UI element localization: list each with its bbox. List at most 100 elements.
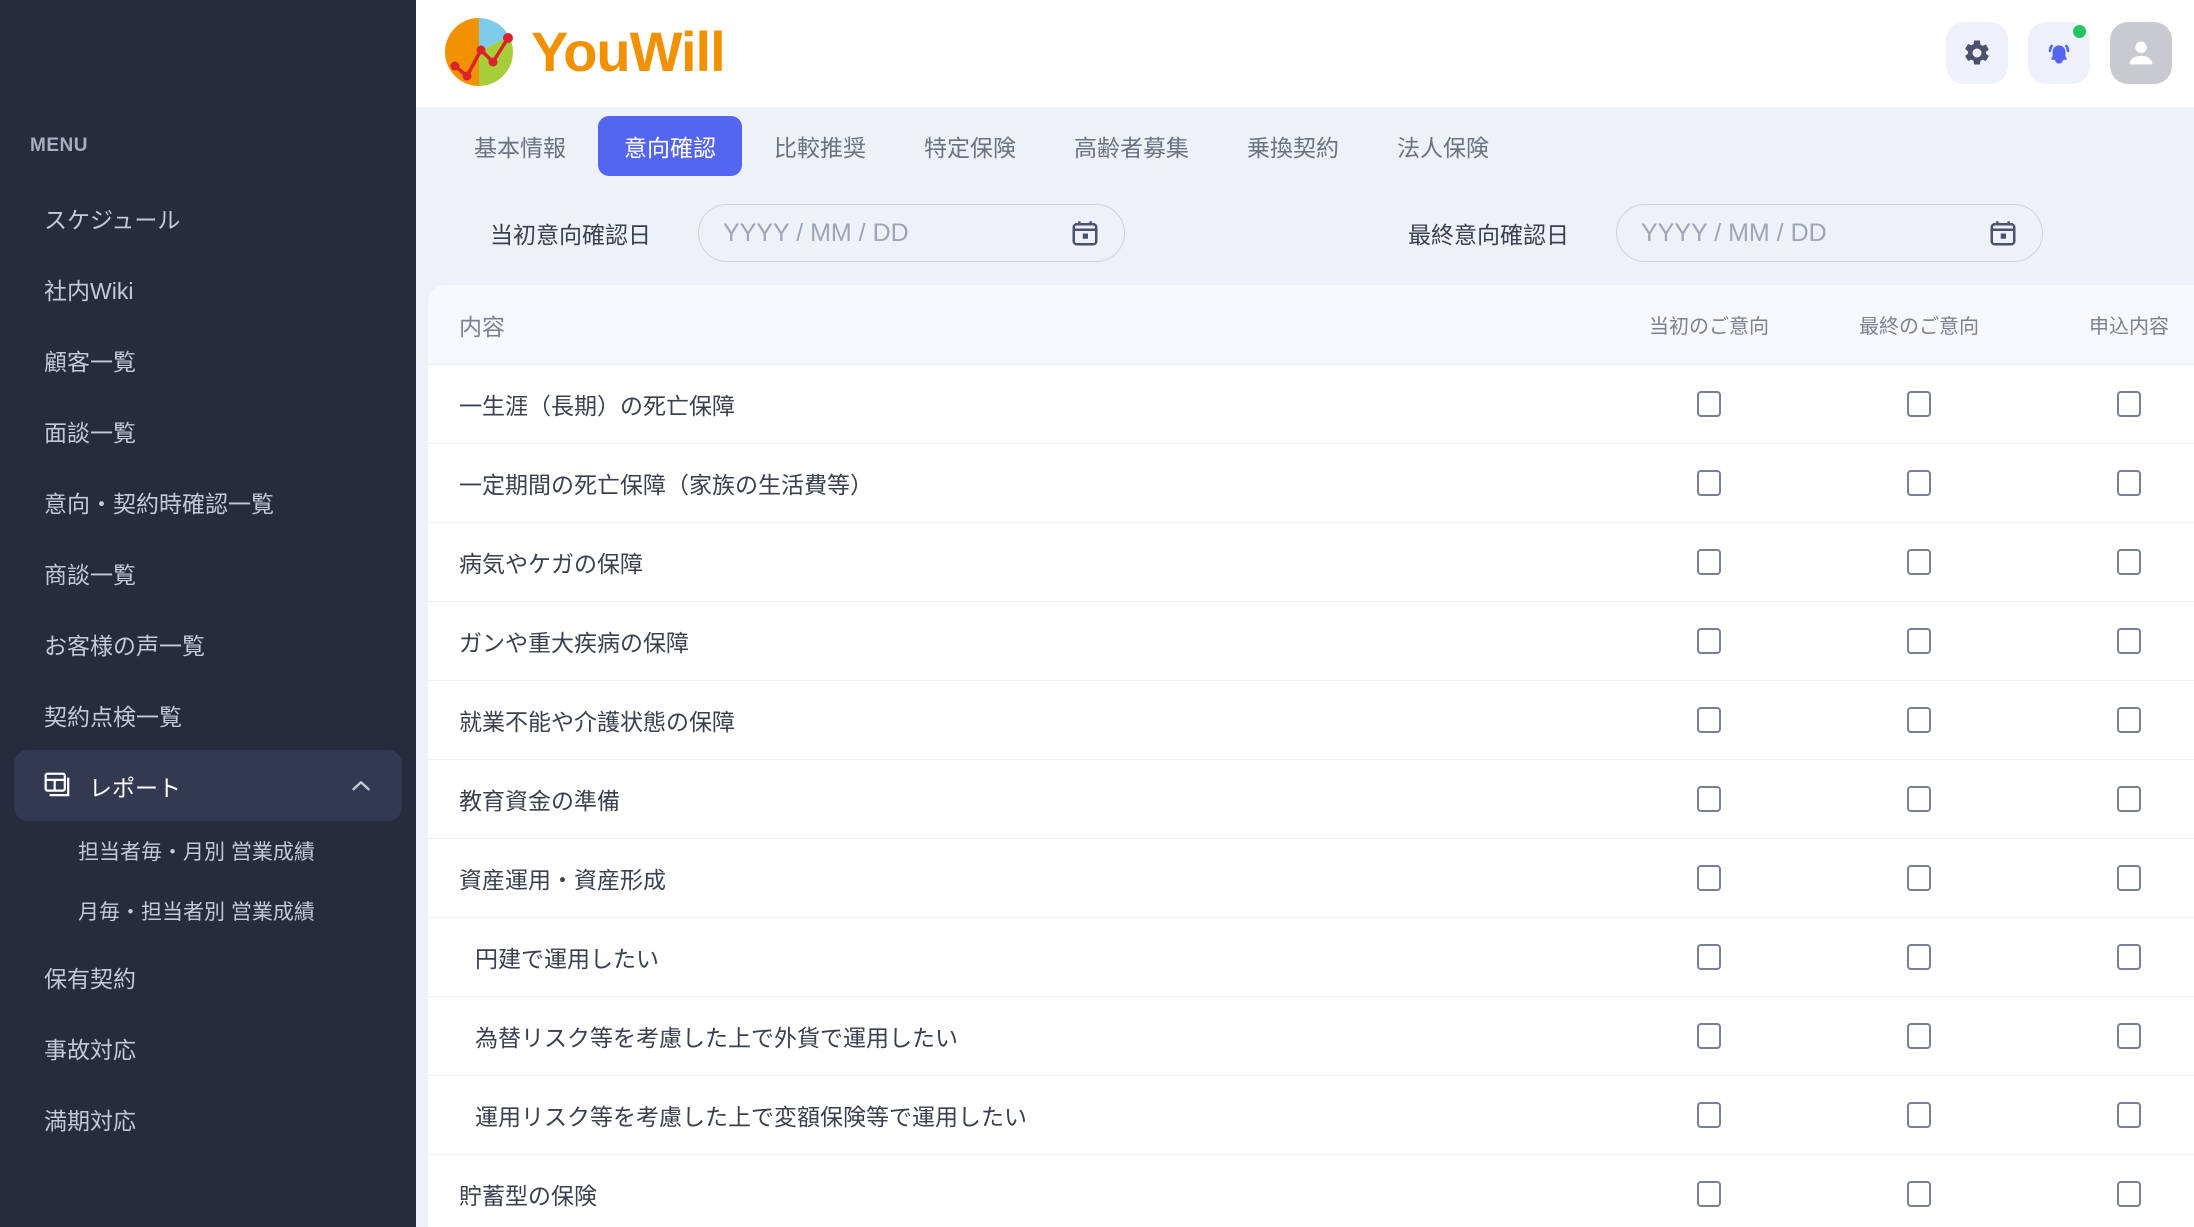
row-content-label: 運用リスク等を考慮した上で変額保険等で運用したい bbox=[475, 1104, 1027, 1130]
chevron-up-icon[interactable] bbox=[348, 773, 374, 799]
checkbox-initial-intent[interactable] bbox=[1697, 944, 1721, 970]
app-logo[interactable]: YouWill bbox=[441, 14, 726, 90]
checkbox-initial-intent[interactable] bbox=[1697, 391, 1721, 417]
sidebar-item-label: 社内Wiki bbox=[44, 277, 134, 304]
checkbox-final-intent[interactable] bbox=[1907, 1102, 1931, 1128]
checkbox-final-intent-cell bbox=[1814, 944, 2024, 970]
checkbox-application[interactable] bbox=[2117, 944, 2141, 970]
tab-corporate-insurance[interactable]: 法人保険 bbox=[1371, 116, 1515, 176]
tab-intent-confirmation[interactable]: 意向確認 bbox=[598, 116, 742, 176]
tab-switch-contract[interactable]: 乗換契約 bbox=[1221, 116, 1365, 176]
checkbox-application[interactable] bbox=[2117, 1102, 2141, 1128]
checkbox-application[interactable] bbox=[2117, 1181, 2141, 1207]
sidebar-item-intent-contract-check[interactable]: 意向・契約時確認一覧 bbox=[0, 466, 416, 537]
final-intent-date-group: 最終意向確認日 bbox=[1408, 204, 2043, 262]
checkbox-initial-intent[interactable] bbox=[1697, 786, 1721, 812]
sidebar-item-customer-voices[interactable]: お客様の声一覧 bbox=[0, 608, 416, 679]
checkbox-final-intent[interactable] bbox=[1907, 865, 1931, 891]
sidebar-subitem-sales-by-rep-month[interactable]: 担当者毎・月別 営業成績 bbox=[0, 821, 416, 881]
checkbox-application-cell bbox=[2024, 391, 2194, 417]
bell-icon[interactable] bbox=[2028, 22, 2090, 84]
checkbox-final-intent[interactable] bbox=[1907, 470, 1931, 496]
checkbox-final-intent-cell bbox=[1814, 391, 2024, 417]
checkbox-initial-intent-cell bbox=[1604, 628, 1814, 654]
table-row: 就業不能や介護状態の保障 bbox=[428, 681, 2194, 760]
initial-intent-date-field[interactable] bbox=[698, 204, 1125, 262]
checkbox-initial-intent[interactable] bbox=[1697, 1102, 1721, 1128]
checkbox-final-intent-cell bbox=[1814, 470, 2024, 496]
gear-icon[interactable] bbox=[1946, 22, 2008, 84]
sidebar-subitem-sales-by-month-rep[interactable]: 月毎・担当者別 営業成績 bbox=[0, 881, 416, 941]
sidebar-item-schedule[interactable]: スケジュール bbox=[0, 182, 416, 253]
row-content-label: 就業不能や介護状態の保障 bbox=[459, 709, 735, 735]
tab-specific-insurance[interactable]: 特定保険 bbox=[898, 116, 1042, 176]
tab-basic-info[interactable]: 基本情報 bbox=[448, 116, 592, 176]
avatar-icon[interactable] bbox=[2110, 22, 2172, 84]
table-row: 貯蓄型の保険 bbox=[428, 1155, 2194, 1227]
app-root: MENU スケジュール 社内Wiki 顧客一覧 面談一覧 意向・契約時確認一覧 … bbox=[0, 0, 2194, 1227]
initial-intent-date-input[interactable] bbox=[699, 205, 1124, 261]
checkbox-initial-intent-cell bbox=[1604, 1181, 1814, 1207]
sidebar-item-report[interactable]: レポート bbox=[14, 750, 402, 821]
checkbox-initial-intent[interactable] bbox=[1697, 865, 1721, 891]
checkbox-initial-intent[interactable] bbox=[1697, 470, 1721, 496]
checkbox-initial-intent[interactable] bbox=[1697, 1181, 1721, 1207]
report-icon bbox=[44, 772, 71, 799]
sidebar-item-interviews[interactable]: 面談一覧 bbox=[0, 395, 416, 466]
checkbox-initial-intent-cell bbox=[1604, 549, 1814, 575]
sidebar-item-accident-response[interactable]: 事故対応 bbox=[0, 1012, 416, 1083]
sidebar-item-label: 面談一覧 bbox=[44, 419, 136, 446]
sidebar-item-maturity-response[interactable]: 満期対応 bbox=[0, 1083, 416, 1154]
table-header-row: 内容 当初のご意向 最終のご意向 申込内容 bbox=[428, 285, 2194, 365]
checkbox-final-intent[interactable] bbox=[1907, 1023, 1931, 1049]
final-intent-date-input[interactable] bbox=[1617, 205, 2042, 261]
column-header-application: 申込内容 bbox=[2089, 316, 2169, 338]
checkbox-final-intent[interactable] bbox=[1907, 1181, 1931, 1207]
sidebar-item-label: 事故対応 bbox=[44, 1036, 136, 1063]
checkbox-final-intent[interactable] bbox=[1907, 391, 1931, 417]
checkbox-final-intent[interactable] bbox=[1907, 628, 1931, 654]
tab-comparison-recommendation[interactable]: 比較推奨 bbox=[748, 116, 892, 176]
checkbox-final-intent[interactable] bbox=[1907, 786, 1931, 812]
checkbox-application[interactable] bbox=[2117, 391, 2141, 417]
tab-elderly-solicitation[interactable]: 高齢者募集 bbox=[1048, 116, 1215, 176]
date-filter-row: 当初意向確認日 最終意向確認日 bbox=[416, 185, 2194, 281]
checkbox-application[interactable] bbox=[2117, 470, 2141, 496]
checkbox-final-intent[interactable] bbox=[1907, 707, 1931, 733]
checkbox-application[interactable] bbox=[2117, 786, 2141, 812]
sidebar-item-wiki[interactable]: 社内Wiki bbox=[0, 253, 416, 324]
calendar-icon[interactable] bbox=[1070, 218, 1100, 248]
checkbox-initial-intent[interactable] bbox=[1697, 1023, 1721, 1049]
table-row: 一生涯（長期）の死亡保障 bbox=[428, 365, 2194, 444]
sidebar-item-held-contracts[interactable]: 保有契約 bbox=[0, 941, 416, 1012]
checkbox-application[interactable] bbox=[2117, 628, 2141, 654]
checkbox-application[interactable] bbox=[2117, 549, 2141, 575]
checkbox-initial-intent-cell bbox=[1604, 707, 1814, 733]
column-header-final-intent: 最終のご意向 bbox=[1859, 316, 1979, 338]
sidebar-subitem-label: 担当者毎・月別 営業成績 bbox=[78, 841, 315, 864]
table-row: 円建で運用したい bbox=[428, 918, 2194, 997]
table-row: 為替リスク等を考慮した上で外貨で運用したい bbox=[428, 997, 2194, 1076]
row-content-label: 一生涯（長期）の死亡保障 bbox=[459, 393, 735, 419]
calendar-icon[interactable] bbox=[1988, 218, 2018, 248]
main-area: YouWill 基本情報 意向確認 比較推奨 特定保険 高齢者募集 乗換契約 法… bbox=[416, 0, 2194, 1227]
sidebar-item-contract-inspection[interactable]: 契約点検一覧 bbox=[0, 679, 416, 750]
checkbox-final-intent[interactable] bbox=[1907, 944, 1931, 970]
final-intent-date-field[interactable] bbox=[1616, 204, 2043, 262]
sidebar-item-customers[interactable]: 顧客一覧 bbox=[0, 324, 416, 395]
sidebar-item-negotiations[interactable]: 商談一覧 bbox=[0, 537, 416, 608]
checkbox-final-intent[interactable] bbox=[1907, 549, 1931, 575]
sidebar-menu-label: MENU bbox=[30, 135, 88, 156]
sidebar-nav: スケジュール 社内Wiki 顧客一覧 面談一覧 意向・契約時確認一覧 商談一覧 … bbox=[0, 182, 416, 1154]
checkbox-initial-intent[interactable] bbox=[1697, 549, 1721, 575]
topbar-icons bbox=[1946, 22, 2172, 84]
sidebar-subitem-label: 月毎・担当者別 営業成績 bbox=[78, 901, 315, 924]
table-row: 資産運用・資産形成 bbox=[428, 839, 2194, 918]
checkbox-application[interactable] bbox=[2117, 1023, 2141, 1049]
checkbox-initial-intent[interactable] bbox=[1697, 707, 1721, 733]
checkbox-application-cell bbox=[2024, 865, 2194, 891]
row-content-label: 資産運用・資産形成 bbox=[459, 867, 666, 893]
checkbox-initial-intent[interactable] bbox=[1697, 628, 1721, 654]
checkbox-application[interactable] bbox=[2117, 707, 2141, 733]
checkbox-application[interactable] bbox=[2117, 865, 2141, 891]
